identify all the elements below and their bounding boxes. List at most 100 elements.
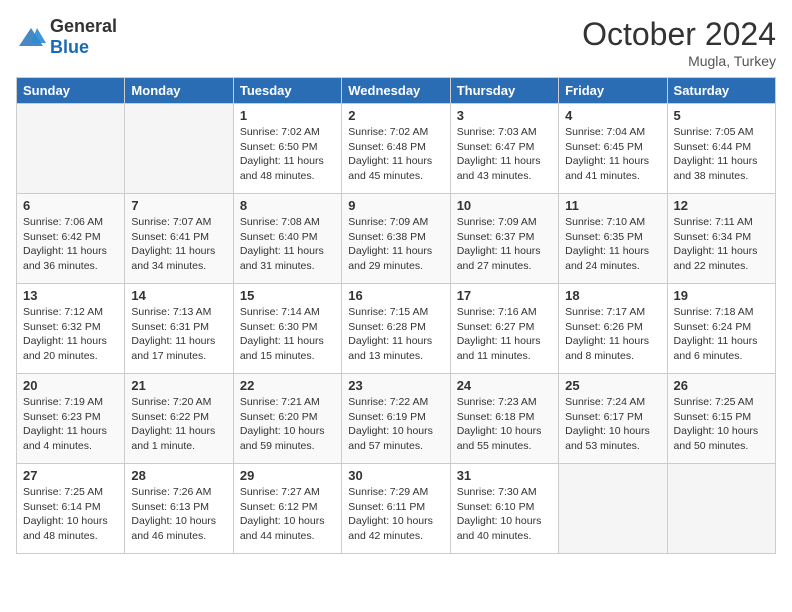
day-cell: 17 Sunrise: 7:16 AM Sunset: 6:27 PM Dayli… [450,284,558,374]
day-info: Sunrise: 7:02 AM Sunset: 6:48 PM Dayligh… [348,125,443,184]
day-cell: 20Sunrise: 7:19 AM Sunset: 6:23 PM Dayli… [17,374,125,464]
day-info: Sunrise: 7:13 AM Sunset: 6:31 PM Dayligh… [131,305,226,364]
day-info: Sunrise: 7:02 AM Sunset: 6:50 PM Dayligh… [240,125,335,184]
day-number: 30 [348,468,443,483]
week-row-1: 1Sunrise: 7:02 AM Sunset: 6:50 PM Daylig… [17,104,776,194]
day-cell: 2Sunrise: 7:02 AM Sunset: 6:48 PM Daylig… [342,104,450,194]
day-number: 21 [131,378,226,393]
day-number: 15 [240,288,335,303]
day-info: Sunrise: 7:22 AM Sunset: 6:19 PM Dayligh… [348,395,443,454]
day-cell [667,464,775,554]
day-cell: 22 Sunrise: 7:21 AM Sunset: 6:20 PM Dayli… [233,374,341,464]
logo-blue: Blue [50,37,89,57]
day-number: 13 [23,288,118,303]
day-number: 29 [240,468,335,483]
day-info: Sunrise: 7:09 AM Sunset: 6:37 PM Dayligh… [457,215,552,274]
location: Mugla, Turkey [582,53,776,69]
day-header-sunday: Sunday [17,78,125,104]
day-info: Sunrise: 7:10 AM Sunset: 6:35 PM Dayligh… [565,215,660,274]
day-cell: 8 Sunrise: 7:08 AM Sunset: 6:40 PM Daylig… [233,194,341,284]
day-info: Sunrise: 7:07 AM Sunset: 6:41 PM Dayligh… [131,215,226,274]
logo: General Blue [16,16,117,58]
day-number: 20 [23,378,118,393]
day-info: Sunrise: 7:03 AM Sunset: 6:47 PM Dayligh… [457,125,552,184]
day-info: Sunrise: 7:26 AM Sunset: 6:13 PM Dayligh… [131,485,226,544]
day-cell: 19Sunrise: 7:18 AM Sunset: 6:24 PM Dayli… [667,284,775,374]
day-info: Sunrise: 7:29 AM Sunset: 6:11 PM Dayligh… [348,485,443,544]
day-cell: 4 Sunrise: 7:04 AM Sunset: 6:45 PM Daylig… [559,104,667,194]
day-header-friday: Friday [559,78,667,104]
day-number: 7 [131,198,226,213]
day-number: 10 [457,198,552,213]
logo-icon [16,25,46,49]
day-number: 4 [565,108,660,123]
week-row-2: 6 Sunrise: 7:06 AM Sunset: 6:42 PM Daylig… [17,194,776,284]
day-cell: 7 Sunrise: 7:07 AM Sunset: 6:41 PM Daylig… [125,194,233,284]
day-info: Sunrise: 7:21 AM Sunset: 6:20 PM Dayligh… [240,395,335,454]
day-info: Sunrise: 7:11 AM Sunset: 6:34 PM Dayligh… [674,215,769,274]
day-cell: 31 Sunrise: 7:30 AM Sunset: 6:10 PM Dayli… [450,464,558,554]
day-number: 16 [348,288,443,303]
week-row-5: 27 Sunrise: 7:25 AM Sunset: 6:14 PM Dayli… [17,464,776,554]
day-header-monday: Monday [125,78,233,104]
day-cell: 25 Sunrise: 7:24 AM Sunset: 6:17 PM Dayli… [559,374,667,464]
logo-text: General Blue [50,16,117,58]
day-info: Sunrise: 7:16 AM Sunset: 6:27 PM Dayligh… [457,305,552,364]
day-header-thursday: Thursday [450,78,558,104]
day-cell: 9 Sunrise: 7:09 AM Sunset: 6:38 PM Daylig… [342,194,450,284]
logo-general: General [50,16,117,36]
day-cell [17,104,125,194]
day-info: Sunrise: 7:25 AM Sunset: 6:14 PM Dayligh… [23,485,118,544]
day-cell: 26Sunrise: 7:25 AM Sunset: 6:15 PM Dayli… [667,374,775,464]
day-info: Sunrise: 7:12 AM Sunset: 6:32 PM Dayligh… [23,305,118,364]
day-header-saturday: Saturday [667,78,775,104]
day-cell: 12 Sunrise: 7:11 AM Sunset: 6:34 PM Dayli… [667,194,775,284]
day-number: 12 [674,198,769,213]
day-cell: 15Sunrise: 7:14 AM Sunset: 6:30 PM Dayli… [233,284,341,374]
day-number: 24 [457,378,552,393]
day-cell: 30 Sunrise: 7:29 AM Sunset: 6:11 PM Dayli… [342,464,450,554]
day-number: 3 [457,108,552,123]
day-number: 6 [23,198,118,213]
day-number: 28 [131,468,226,483]
day-info: Sunrise: 7:30 AM Sunset: 6:10 PM Dayligh… [457,485,552,544]
day-info: Sunrise: 7:25 AM Sunset: 6:15 PM Dayligh… [674,395,769,454]
day-cell: 14Sunrise: 7:13 AM Sunset: 6:31 PM Dayli… [125,284,233,374]
day-cell: 18Sunrise: 7:17 AM Sunset: 6:26 PM Dayli… [559,284,667,374]
day-number: 8 [240,198,335,213]
day-cell: 1Sunrise: 7:02 AM Sunset: 6:50 PM Daylig… [233,104,341,194]
day-number: 25 [565,378,660,393]
day-number: 23 [348,378,443,393]
day-number: 31 [457,468,552,483]
day-info: Sunrise: 7:08 AM Sunset: 6:40 PM Dayligh… [240,215,335,274]
day-cell: 23 Sunrise: 7:22 AM Sunset: 6:19 PM Dayli… [342,374,450,464]
day-number: 5 [674,108,769,123]
day-info: Sunrise: 7:27 AM Sunset: 6:12 PM Dayligh… [240,485,335,544]
calendar-table: SundayMondayTuesdayWednesdayThursdayFrid… [16,77,776,554]
day-info: Sunrise: 7:06 AM Sunset: 6:42 PM Dayligh… [23,215,118,274]
day-info: Sunrise: 7:05 AM Sunset: 6:44 PM Dayligh… [674,125,769,184]
day-number: 9 [348,198,443,213]
day-number: 18 [565,288,660,303]
month-title: October 2024 [582,16,776,53]
day-cell: 28 Sunrise: 7:26 AM Sunset: 6:13 PM Dayli… [125,464,233,554]
week-row-3: 13 Sunrise: 7:12 AM Sunset: 6:32 PM Dayli… [17,284,776,374]
day-header-wednesday: Wednesday [342,78,450,104]
day-cell: 5 Sunrise: 7:05 AM Sunset: 6:44 PM Daylig… [667,104,775,194]
day-number: 22 [240,378,335,393]
day-info: Sunrise: 7:18 AM Sunset: 6:24 PM Dayligh… [674,305,769,364]
day-number: 11 [565,198,660,213]
title-section: October 2024 Mugla, Turkey [582,16,776,69]
day-cell: 11 Sunrise: 7:10 AM Sunset: 6:35 PM Dayli… [559,194,667,284]
day-cell: 3 Sunrise: 7:03 AM Sunset: 6:47 PM Daylig… [450,104,558,194]
day-number: 27 [23,468,118,483]
day-info: Sunrise: 7:09 AM Sunset: 6:38 PM Dayligh… [348,215,443,274]
day-info: Sunrise: 7:04 AM Sunset: 6:45 PM Dayligh… [565,125,660,184]
day-info: Sunrise: 7:15 AM Sunset: 6:28 PM Dayligh… [348,305,443,364]
day-number: 17 [457,288,552,303]
day-info: Sunrise: 7:20 AM Sunset: 6:22 PM Dayligh… [131,395,226,454]
day-info: Sunrise: 7:24 AM Sunset: 6:17 PM Dayligh… [565,395,660,454]
day-cell: 16 Sunrise: 7:15 AM Sunset: 6:28 PM Dayli… [342,284,450,374]
day-info: Sunrise: 7:23 AM Sunset: 6:18 PM Dayligh… [457,395,552,454]
day-cell: 10 Sunrise: 7:09 AM Sunset: 6:37 PM Dayli… [450,194,558,284]
